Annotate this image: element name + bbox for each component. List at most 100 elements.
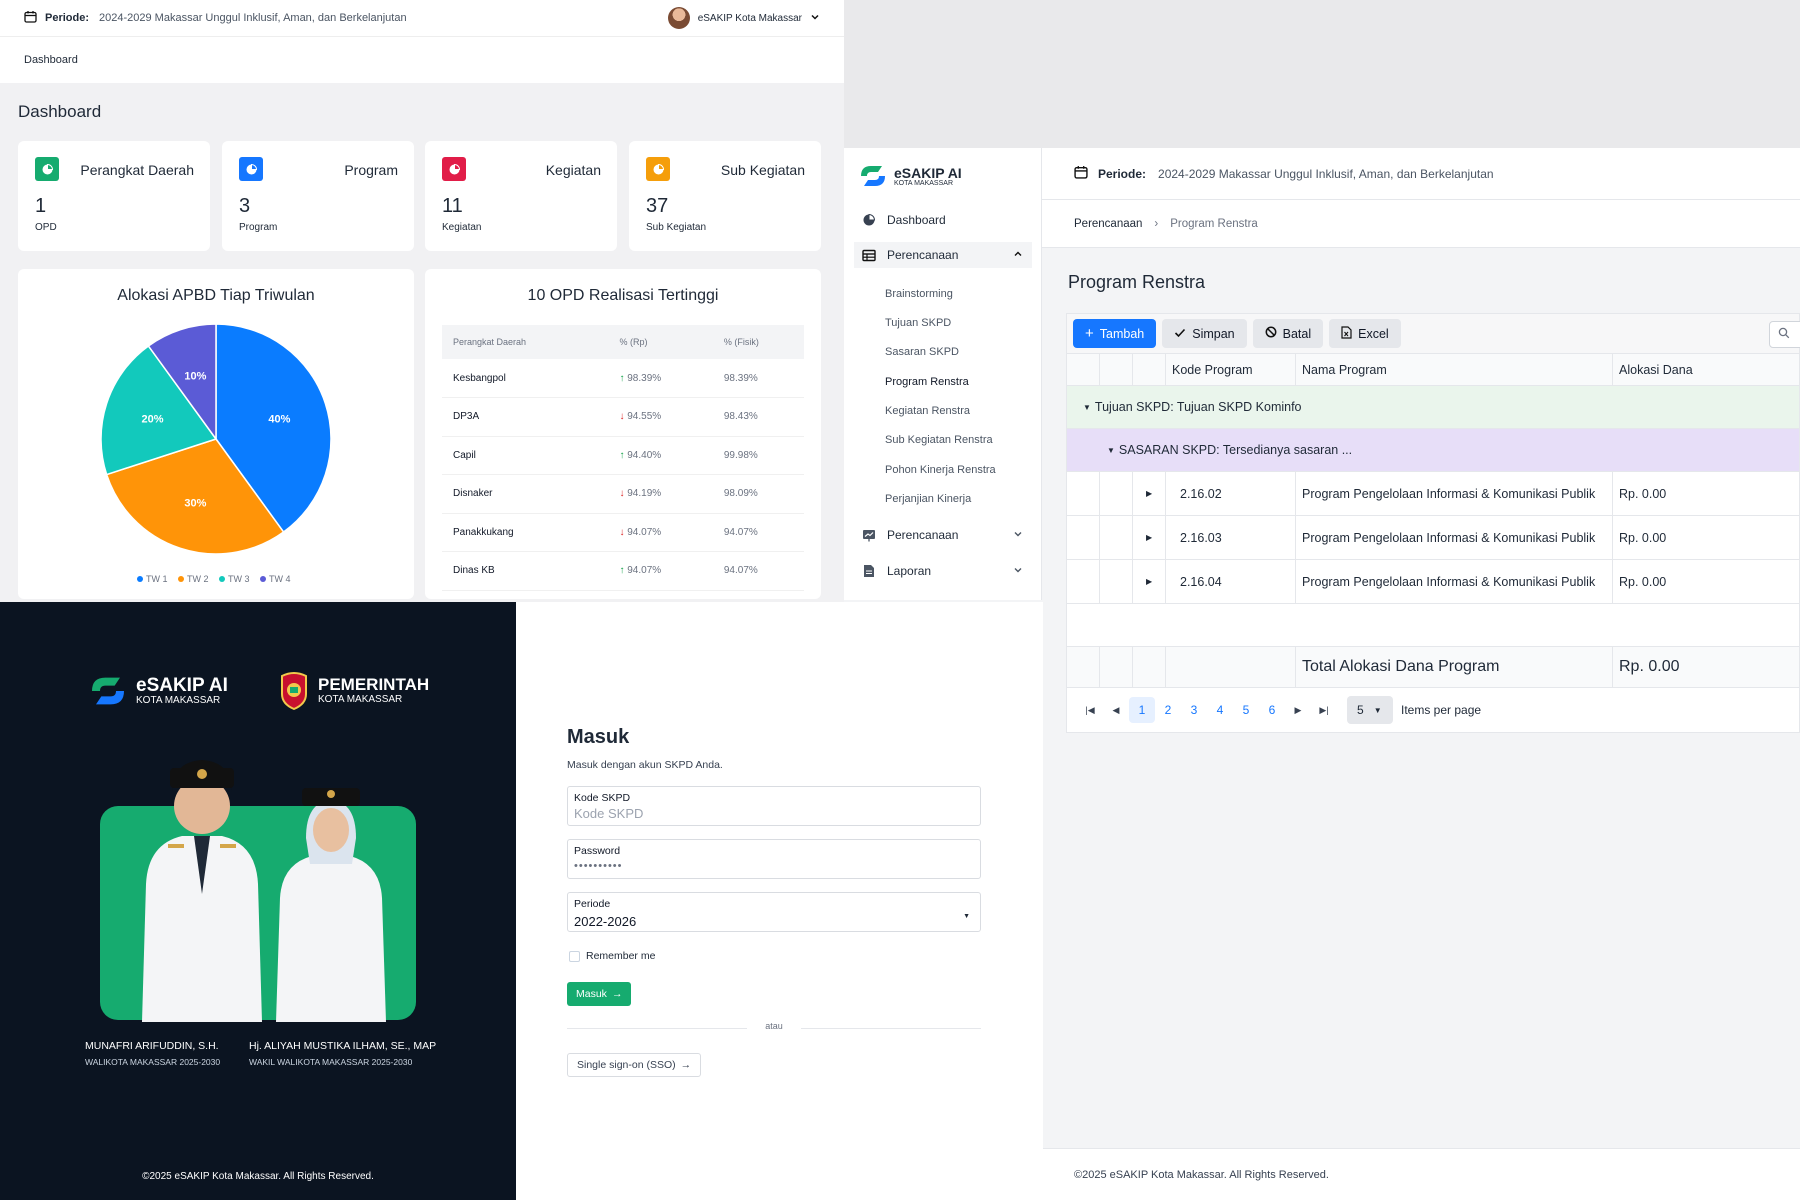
legend-label[interactable]: TW 4	[269, 574, 291, 584]
first-page-button[interactable]: |◀	[1077, 697, 1103, 723]
sidebar-subitem[interactable]: Sub Kegiatan Renstra	[885, 434, 993, 446]
table-icon	[861, 248, 876, 263]
footer: ©2025 eSAKIP Kota Makassar. All Rights R…	[1042, 1148, 1800, 1200]
table-row: Dinas KB ↑ 94.07% 94.07%	[442, 551, 804, 591]
vice-mayor-name: Hj. ALIYAH MUSTIKA ILHAM, SE., MAP	[249, 1040, 437, 1052]
sso-button[interactable]: Single sign-on (SSO) →	[567, 1053, 702, 1077]
program-code: 2.16.04	[1166, 560, 1296, 603]
page-button[interactable]: 2	[1155, 697, 1181, 723]
sidebar-subitem[interactable]: Pohon Kinerja Renstra	[885, 464, 996, 476]
pie-chart-icon	[239, 157, 263, 181]
row-cell	[1067, 516, 1100, 559]
arrow-down-icon: ↓	[619, 411, 625, 423]
legend-label[interactable]: TW 2	[187, 574, 209, 584]
row-cell	[1100, 472, 1133, 515]
sidebar-subitem-active[interactable]: Program Renstra	[885, 376, 969, 388]
chevron-down-icon	[810, 12, 820, 25]
field-label: Password	[574, 845, 621, 857]
caret-right-icon[interactable]: ▶	[1133, 472, 1166, 515]
caret-right-icon[interactable]: ▶	[1133, 516, 1166, 559]
cancel-button[interactable]: Batal	[1252, 319, 1324, 348]
row-cell	[1100, 647, 1133, 687]
search-input[interactable]	[1769, 321, 1800, 348]
program-name: Program Pengelolaan Informasi & Komunika…	[1296, 472, 1613, 515]
opd-rp-value: 94.07%	[627, 565, 662, 577]
mayor-title: WALIKOTA MAKASSAR 2025-2030	[85, 1057, 221, 1067]
next-page-button[interactable]: ▶	[1285, 697, 1311, 723]
page-button[interactable]: 1	[1129, 697, 1155, 723]
chevron-right-icon: ›	[1154, 217, 1159, 230]
opd-name: DP3A	[442, 397, 609, 437]
opd-name: Kesbangpol	[442, 359, 609, 398]
login-submit-button[interactable]: Masuk →	[567, 982, 632, 1006]
group-row-tujuan[interactable]: ▼ Tujuan SKPD: Tujuan SKPD Kominfo	[1067, 386, 1799, 429]
legend-label[interactable]: TW 1	[146, 574, 168, 584]
column-header[interactable]: Kode Program	[1166, 354, 1296, 385]
per-page-select[interactable]: 5 ▼	[1347, 696, 1393, 724]
sidebar-item-perencanaan[interactable]: Perencanaan	[854, 242, 1032, 268]
opd-name: Capil	[442, 436, 609, 475]
field-label: Kode SKPD	[574, 792, 631, 804]
sidebar-item-perencanaan-2[interactable]: Perencanaan	[854, 522, 1032, 548]
breadcrumb-item[interactable]: Dashboard	[24, 54, 78, 66]
divider-line	[801, 1028, 981, 1029]
sidebar-subitem[interactable]: Perjanjian Kinerja	[885, 493, 971, 505]
column-header[interactable]: Alokasi Dana	[1613, 354, 1800, 385]
sidebar-subitem[interactable]: Brainstorming	[885, 288, 953, 300]
breadcrumb-item[interactable]: Perencanaan	[1074, 218, 1142, 230]
page-button[interactable]: 6	[1259, 697, 1285, 723]
sidebar-item-dashboard[interactable]: Dashboard	[854, 207, 1032, 233]
last-page-button[interactable]: ▶|	[1311, 697, 1337, 723]
stat-card-opd: Perangkat Daerah 1 OPD	[18, 141, 210, 251]
add-button[interactable]: + Tambah	[1073, 319, 1157, 348]
periode-select[interactable]: Periode 2022-2026 ▼	[567, 892, 981, 932]
sidebar-subitem[interactable]: Sasaran SKPD	[885, 346, 959, 358]
slice-label: 30%	[184, 497, 206, 509]
table-row[interactable]: ▶ 2.16.03 Program Pengelolaan Informasi …	[1067, 516, 1799, 560]
esakip-logo-icon	[861, 166, 885, 186]
column-header: % (Rp)	[608, 325, 713, 359]
sidebar-item-laporan[interactable]: Laporan	[854, 558, 1032, 584]
sidebar-subitem[interactable]: Kegiatan Renstra	[885, 405, 970, 417]
ban-icon	[1265, 326, 1277, 341]
pie-chart-card: Alokasi APBD Tiap Triwulan 40% 30% 20% 10% T…	[18, 269, 414, 599]
legend-label[interactable]: TW 3	[228, 574, 250, 584]
excel-button[interactable]: Excel	[1329, 319, 1401, 348]
caret-down-icon: ▼	[963, 913, 970, 920]
page-button[interactable]: 4	[1207, 697, 1233, 723]
sidebar-subitem[interactable]: Tujuan SKPD	[885, 317, 951, 329]
breadcrumb-current: Program Renstra	[1170, 217, 1258, 230]
password-field[interactable]: Password ••••••••••	[567, 839, 981, 879]
caret-right-icon[interactable]: ▶	[1133, 560, 1166, 603]
page-button[interactable]: 3	[1181, 697, 1207, 723]
kode-skpd-input[interactable]	[574, 806, 954, 821]
app-logo[interactable]: eSAKIP AI KOTA MAKASSAR	[858, 162, 962, 190]
password-input[interactable]: ••••••••••	[574, 860, 623, 872]
table-row: Panakkukang ↓ 94.07% 94.07%	[442, 513, 804, 552]
group-label: SASARAN SKPD: Tersedianya sasaran ...	[1118, 443, 1353, 457]
table-row[interactable]: ▶ 2.16.02 Program Pengelolaan Informasi …	[1067, 472, 1799, 516]
stat-unit: Kegiatan	[442, 222, 482, 233]
kode-skpd-field[interactable]: Kode SKPD	[567, 786, 981, 826]
group-row-sasaran[interactable]: ▼ SASARAN SKPD: Tersedianya sasaran ...	[1067, 429, 1799, 472]
stat-value: 37	[646, 195, 669, 217]
page-button[interactable]: 5	[1233, 697, 1259, 723]
opd-rp: ↑ 94.07%	[608, 551, 713, 591]
remember-checkbox[interactable]	[569, 951, 580, 962]
opd-fisik: 94.07%	[712, 513, 804, 552]
pie-chart-icon	[35, 157, 59, 181]
save-button[interactable]: Simpan	[1162, 319, 1247, 348]
program-code: 2.16.02	[1166, 472, 1296, 515]
remember-label: Remember me	[586, 950, 656, 962]
grid-header-row: Kode Program Nama Program Alokasi Dana	[1067, 354, 1799, 386]
prev-page-button[interactable]: ◀	[1103, 697, 1129, 723]
table-row[interactable]: ▶ 2.16.04 Program Pengelolaan Informasi …	[1067, 560, 1799, 604]
total-amount: Rp. 0.00	[1619, 658, 1680, 675]
opd-rp: ↓ 94.55%	[608, 397, 713, 437]
periode-value: 2022-2026	[574, 914, 637, 929]
stat-value: 1	[35, 195, 47, 217]
opd-rp: ↓ 94.19%	[608, 474, 713, 514]
column-header[interactable]: Nama Program	[1296, 354, 1613, 385]
login-form: Masuk Masuk dengan akun SKPD Anda. Kode …	[567, 602, 987, 1200]
user-menu[interactable]: eSAKIP Kota Makassar	[667, 7, 820, 29]
